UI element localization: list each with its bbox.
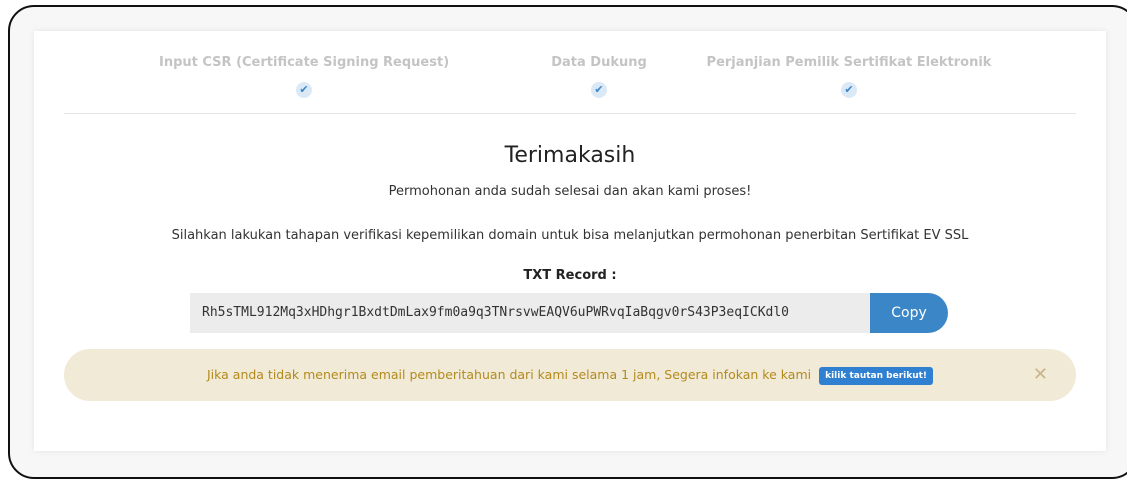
alert-message-line: Jika anda tidak menerima email pemberita… <box>64 349 1076 401</box>
check-icon: ✔ <box>296 82 312 98</box>
step-label: Perjanjian Pemilik Sertifikat Elektronik <box>706 55 992 70</box>
txt-record-group: Rh5sTML912Mq3xHDhgr1BxdtDmLax9fm0a9q3TNr… <box>190 293 948 333</box>
instruction-text: Silahkan lakukan tahapan verifikasi kepe… <box>171 228 969 243</box>
close-icon[interactable]: ✕ <box>1033 349 1048 401</box>
txt-record-label: TXT Record : <box>523 268 617 283</box>
confirmation-text: Permohonan anda sudah selesai dan akan k… <box>388 184 752 199</box>
check-icon: ✔ <box>591 82 607 98</box>
step-input-csr: Input CSR (Certificate Signing Request) … <box>159 55 449 98</box>
copy-button[interactable]: Copy <box>870 293 948 333</box>
alert-link-button[interactable]: kilik tautan berikut! <box>819 366 934 385</box>
progress-steps: Input CSR (Certificate Signing Request) … <box>64 55 1076 125</box>
main-card: Input CSR (Certificate Signing Request) … <box>34 31 1106 451</box>
alert-message: Jika anda tidak menerima email pemberita… <box>206 367 812 382</box>
alert-banner: Jika anda tidak menerima email pemberita… <box>64 349 1076 401</box>
app-frame: Input CSR (Certificate Signing Request) … <box>8 5 1127 479</box>
txt-record-field[interactable]: Rh5sTML912Mq3xHDhgr1BxdtDmLax9fm0a9q3TNr… <box>190 293 872 333</box>
check-icon: ✔ <box>841 82 857 98</box>
progress-line <box>64 113 1076 114</box>
step-label: Data Dukung <box>551 55 647 70</box>
step-label: Input CSR (Certificate Signing Request) <box>159 55 450 70</box>
step-data-dukung: Data Dukung ✔ <box>534 55 664 98</box>
step-perjanjian: Perjanjian Pemilik Sertifikat Elektronik… <box>684 55 1014 98</box>
page-title: Terimakasih <box>504 143 636 168</box>
